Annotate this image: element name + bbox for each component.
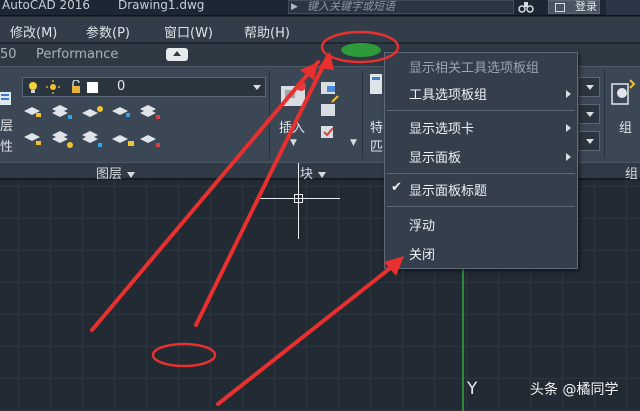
color-dropdown[interactable] xyxy=(578,77,600,97)
chevron-down-icon[interactable] xyxy=(253,85,261,90)
menu-item-show-tabs[interactable]: 显示选项卡 xyxy=(385,116,577,140)
panel-separator xyxy=(604,70,605,158)
group-icon[interactable] xyxy=(610,78,638,112)
layer-tools-icons[interactable] xyxy=(22,103,162,151)
menu-divider xyxy=(387,110,575,111)
menu-divider xyxy=(387,206,575,207)
minimize-ribbon-toggle[interactable] xyxy=(166,48,188,61)
layer-dropdown[interactable]: 0 xyxy=(22,77,266,97)
title-bar: AutoCAD 2016 Drawing1.dwg ▶ 键入关键字或短语 登录 xyxy=(0,0,640,16)
layer-label-2: 性 xyxy=(0,140,14,155)
properties-icon[interactable] xyxy=(370,74,384,96)
menu-window[interactable]: 窗口(W) xyxy=(164,22,213,41)
search-placeholder[interactable]: 键入关键字或短语 xyxy=(307,0,395,14)
submenu-arrow-icon xyxy=(566,124,571,132)
y-axis-line xyxy=(462,268,464,411)
document-title: Drawing1.dwg xyxy=(118,0,205,12)
menu-help[interactable]: 帮助(H) xyxy=(244,22,290,41)
crosshair-pickbox xyxy=(294,194,303,203)
insert-block-icon[interactable] xyxy=(279,78,309,108)
block-dropdown-icon[interactable]: ▼ xyxy=(350,138,357,148)
menu-modify[interactable]: 修改(M) xyxy=(10,22,57,41)
group-label[interactable]: 组 xyxy=(619,117,632,136)
submenu-arrow-icon xyxy=(566,90,571,98)
menu-bar: 修改(M) 参数(P) 窗口(W) 帮助(H) xyxy=(0,17,640,43)
panel-separator xyxy=(269,70,270,158)
menu-item-show-related-palettes[interactable]: 显示相关工具选项板组 xyxy=(385,55,577,79)
watermark: 头条 @橘同学 xyxy=(530,382,619,398)
app-title: AutoCAD 2016 xyxy=(2,0,91,12)
properties-label-partial: 特 xyxy=(370,121,384,136)
linetype-dropdown[interactable] xyxy=(578,104,600,124)
y-axis-label: Y xyxy=(467,379,478,399)
block-tools-icons[interactable] xyxy=(318,80,346,146)
layer-label-1: 层 xyxy=(0,119,14,134)
tab-performance[interactable]: Performance xyxy=(36,47,118,62)
menu-item-close[interactable]: 关闭 xyxy=(385,242,577,266)
search-box[interactable]: ▶ 键入关键字或短语 xyxy=(288,0,514,14)
menu-item-show-panel-titles[interactable]: ✔ 显示面板标题 xyxy=(385,178,577,202)
ribbon-context-menu: 显示相关工具选项板组 工具选项板组 显示选项卡 显示面板 ✔ 显示面板标题 浮动… xyxy=(384,52,578,269)
chevron-down-icon xyxy=(318,171,327,178)
layer-state-icons xyxy=(29,80,98,94)
layer-properties-icon[interactable] xyxy=(0,92,12,106)
match-properties-label-partial: 匹 xyxy=(370,140,384,155)
lineweight-dropdown[interactable] xyxy=(578,131,600,151)
menu-divider xyxy=(387,173,575,174)
submenu-arrow-icon xyxy=(566,153,571,161)
search-arrow-icon[interactable]: ▶ xyxy=(291,2,298,12)
tab-partial[interactable]: 50 xyxy=(0,47,17,62)
panel-separator xyxy=(362,70,363,158)
login-label: 登录 xyxy=(575,0,597,13)
window-controls[interactable] xyxy=(606,0,640,15)
binoculars-icon[interactable] xyxy=(518,0,534,14)
chevron-down-icon xyxy=(127,171,136,178)
user-icon xyxy=(555,3,565,12)
insert-dropdown-icon[interactable]: ▼ xyxy=(290,138,297,148)
checkmark-icon: ✔ xyxy=(391,180,402,195)
menu-parameters[interactable]: 参数(P) xyxy=(86,22,130,41)
insert-label[interactable]: 插入 xyxy=(279,117,305,136)
login-button[interactable]: 登录 xyxy=(548,0,600,14)
layer-name: 0 xyxy=(117,79,126,94)
menu-item-tool-palette-groups[interactable]: 工具选项板组 xyxy=(385,82,577,106)
menu-item-show-panels[interactable]: 显示面板 xyxy=(385,145,577,169)
menu-item-float[interactable]: 浮动 xyxy=(385,213,577,237)
